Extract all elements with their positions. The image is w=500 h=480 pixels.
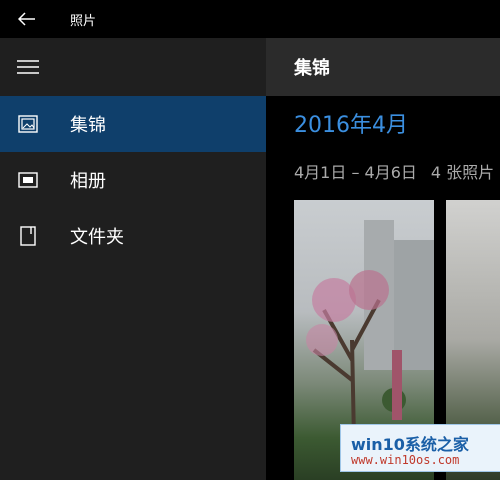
date-range: 4月1日 – 4月6日 xyxy=(294,163,417,182)
sidebar-item-collection[interactable]: 集锦 xyxy=(0,96,266,152)
album-icon xyxy=(0,152,56,208)
main-content: 集锦 2016年4月 4月1日 – 4月6日 4 张照片 xyxy=(266,38,500,480)
watermark: win10系统之家 www.win10os.com xyxy=(340,424,500,472)
watermark-url: www.win10os.com xyxy=(351,453,460,467)
group-subtitle: 4月1日 – 4月6日 4 张照片 xyxy=(294,159,494,183)
sidebar-item-album[interactable]: 相册 xyxy=(0,152,266,208)
page-title: 集锦 xyxy=(294,58,330,79)
group-heading[interactable]: 2016年4月 xyxy=(294,107,408,139)
sidebar: 集锦 相册 文件夹 xyxy=(0,38,266,480)
hamburger-icon xyxy=(17,60,39,74)
sidebar-item-folder[interactable]: 文件夹 xyxy=(0,208,266,264)
main-header: 集锦 xyxy=(266,38,500,96)
app-title: 照片 xyxy=(70,13,97,29)
photo-count: 4 张照片 xyxy=(430,163,495,182)
sidebar-item-label: 相册 xyxy=(70,171,106,192)
collection-icon xyxy=(0,96,56,152)
sidebar-item-label: 文件夹 xyxy=(70,227,124,248)
sidebar-item-label: 集锦 xyxy=(70,115,106,136)
folder-icon xyxy=(0,208,56,264)
back-arrow-icon xyxy=(18,12,35,26)
title-bar: 照片 xyxy=(0,0,500,38)
watermark-title: win10系统之家 xyxy=(351,435,469,454)
back-button[interactable] xyxy=(0,0,54,38)
menu-button[interactable] xyxy=(0,38,56,96)
